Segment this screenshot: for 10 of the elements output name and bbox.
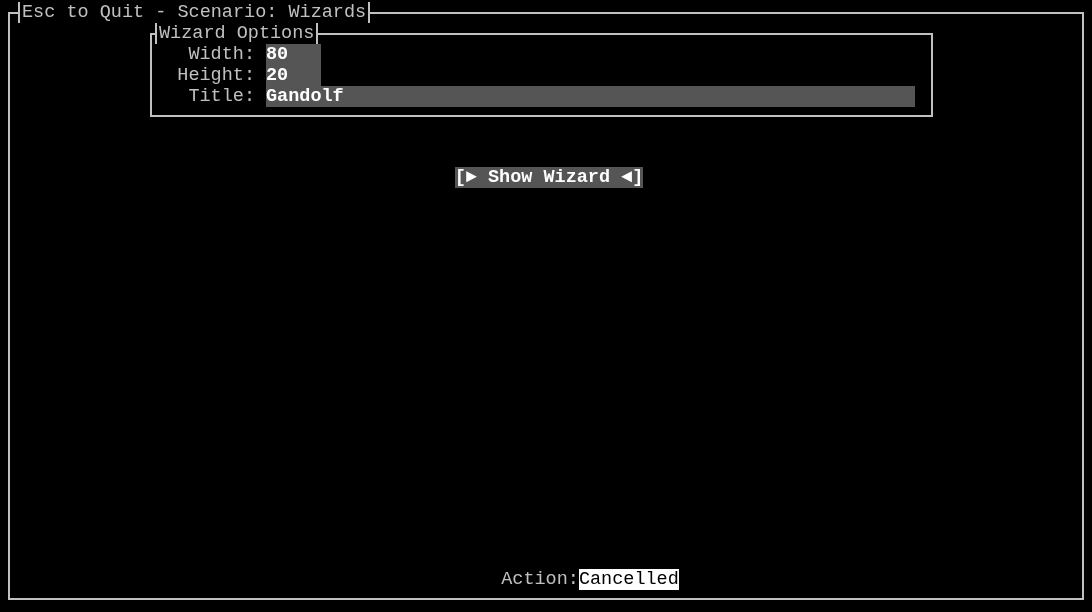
- show-wizard-button[interactable]: [► Show Wizard ◄]: [454, 167, 644, 188]
- input-field[interactable]: Gandolf: [266, 86, 915, 107]
- window-title: Esc to Quit - Scenario: Wizards: [18, 2, 371, 23]
- field-label: Title:: [187, 86, 256, 107]
- field-label: Width:: [187, 44, 256, 65]
- status-label: Action:: [501, 569, 579, 590]
- input-field[interactable]: 80: [266, 44, 321, 65]
- field-label: Height:: [176, 65, 256, 86]
- input-field[interactable]: 20: [266, 65, 321, 86]
- status-value: Cancelled: [578, 569, 679, 590]
